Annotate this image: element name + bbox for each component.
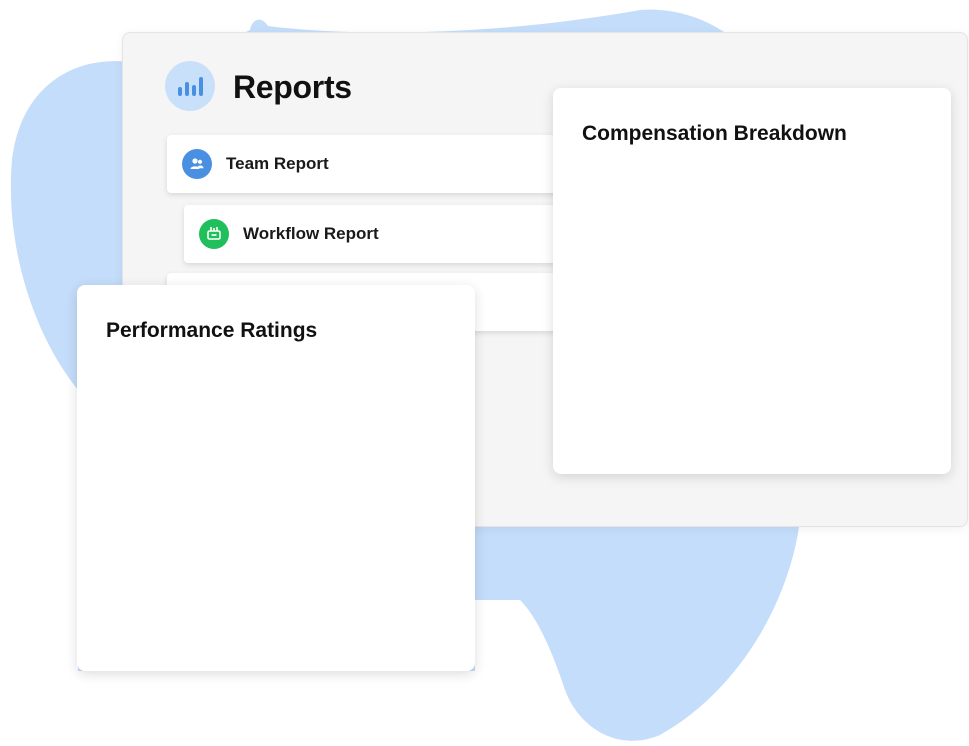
bar-chart-icon	[165, 61, 215, 111]
performance-ratings-card: Performance Ratings	[77, 285, 475, 671]
card-title: Performance Ratings	[106, 319, 318, 342]
page-title: Reports	[233, 69, 352, 105]
compensation-breakdown-card: Compensation Breakdown	[553, 88, 951, 474]
card-title: Compensation Breakdown	[582, 122, 847, 145]
team-icon	[182, 149, 212, 179]
report-item-label: Workflow Report	[243, 224, 379, 243]
report-item-label: Team Report	[226, 154, 329, 173]
report-item-workflow[interactable]: Workflow Report	[184, 205, 604, 263]
workflow-icon	[199, 219, 229, 249]
report-item-team[interactable]: Team Report	[167, 135, 587, 193]
